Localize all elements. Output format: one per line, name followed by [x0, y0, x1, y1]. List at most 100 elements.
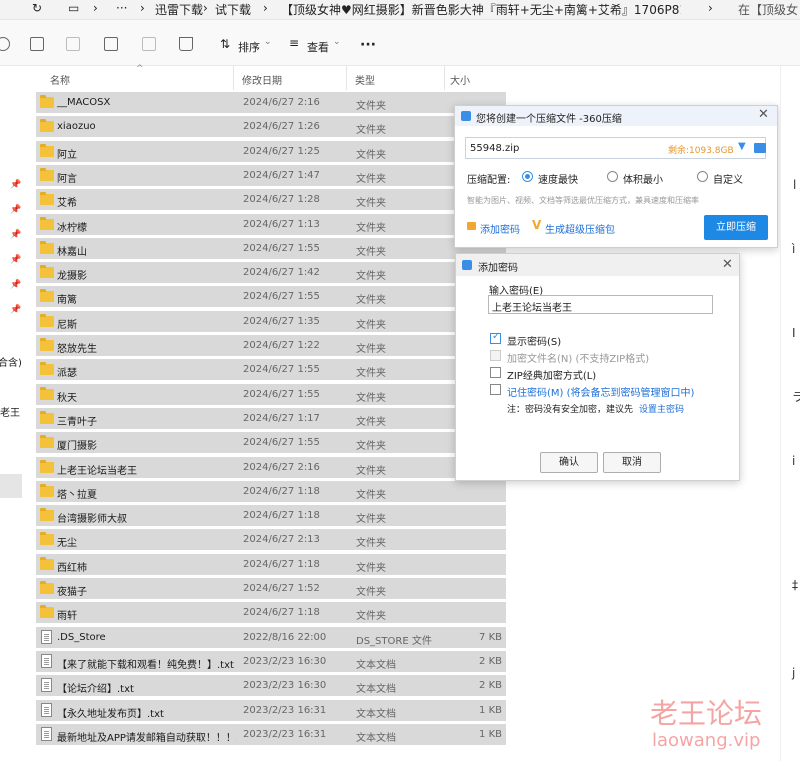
radio-fast-label[interactable]: 速度最快 — [538, 171, 578, 186]
radio-small-label[interactable]: 体积最小 — [623, 171, 663, 186]
share-icon[interactable] — [142, 37, 156, 51]
file-name: 阿立 — [57, 149, 77, 161]
pin-icon[interactable]: 📌 — [10, 205, 21, 215]
file-row[interactable]: 【永久地址发布页】.txt 2023/2/23 16:31 文本文档 1 KB — [36, 699, 506, 721]
file-row[interactable]: 夜猫子 2024/6/27 1:52 文件夹 — [36, 578, 506, 599]
radio-fast[interactable] — [522, 171, 533, 182]
file-date: 2024/6/27 1:18 — [243, 607, 320, 619]
delete-icon[interactable] — [179, 37, 193, 51]
breadcrumb-item[interactable]: 【顶级女神♥网红摄影】新晋色影大神『雨轩+无尘+南篱+艾希』1706P81V — [281, 1, 681, 18]
monitor-icon[interactable]: ▭ — [68, 1, 79, 15]
super-pack-link[interactable]: 生成超级压缩包 — [545, 221, 615, 236]
file-date: 2024/6/27 1:18 — [243, 558, 320, 570]
file-row[interactable]: 三青叶子 2024/6/27 1:17 文件夹 — [36, 407, 506, 429]
breadcrumb-item[interactable]: 迅雷下载 — [155, 1, 203, 18]
view-button[interactable]: ≡ 查看 ⌄ — [287, 34, 347, 54]
remember-password-label[interactable]: 记住密码(M) (将会备忘到密码管理窗口中) — [507, 384, 694, 399]
file-row[interactable]: 艾希 2024/6/27 1:28 文件夹 — [36, 189, 506, 211]
breadcrumb-item[interactable]: 试下载 — [215, 1, 251, 18]
rename-icon[interactable] — [104, 37, 118, 51]
file-row[interactable]: 【论坛介绍】.txt 2023/2/23 16:30 文本文档 2 KB — [36, 675, 506, 697]
ok-button[interactable]: 确认 — [540, 452, 598, 473]
file-name: 龙摄影 — [57, 271, 87, 283]
nav-item-partial[interactable]: 合含) — [0, 354, 22, 369]
file-row[interactable]: 林嘉山 2024/6/27 1:55 文件夹 — [36, 237, 506, 259]
cancel-button[interactable]: 取消 — [603, 452, 661, 473]
refresh-icon[interactable]: ↻ — [32, 1, 42, 15]
pin-icon[interactable]: 📌 — [10, 230, 21, 240]
file-row[interactable]: 龙摄影 2024/6/27 1:42 文件夹 — [36, 262, 506, 284]
close-icon[interactable]: ✕ — [758, 107, 769, 122]
more-button[interactable]: ··· — [360, 37, 376, 53]
file-row[interactable]: 最新地址及APP请发邮箱自动获取！！！... 2023/2/23 16:31 文本文… — [36, 723, 506, 745]
file-row[interactable]: __MACOSX 2024/6/27 2:16 文件夹 — [36, 92, 506, 113]
folder-icon — [40, 556, 54, 570]
file-row[interactable]: 【来了就能下载和观看！纯免费！】.txt 2023/2/23 16:30 文本文档 2… — [36, 650, 506, 672]
paste-icon[interactable] — [66, 37, 80, 51]
column-type[interactable]: 类型 — [355, 72, 375, 87]
sort-button[interactable]: ⇅ 排序 ⌄ — [218, 34, 278, 54]
zip-classic-checkbox[interactable] — [490, 367, 501, 378]
zip-classic-label[interactable]: ZIP经典加密方式(L) — [507, 367, 596, 382]
file-row[interactable]: 怒放先生 2024/6/27 1:22 文件夹 — [36, 335, 506, 356]
password-dialog: 添加密码 ✕ 输入密码(E) 上老王论坛当老王 显示密码(S) 加密文件名(N)… — [455, 253, 740, 481]
file-row[interactable]: 秋天 2024/6/27 1:55 文件夹 — [36, 383, 506, 405]
file-row[interactable]: .DS_Store 2022/8/16 22:00 DS_STORE 文件 7 KB — [36, 626, 506, 648]
file-type: 文件夹 — [356, 489, 386, 501]
radio-small[interactable] — [607, 171, 618, 182]
show-password-label[interactable]: 显示密码(S) — [507, 333, 561, 348]
file-row[interactable]: 阿立 2024/6/27 1:25 文件夹 — [36, 140, 506, 162]
encrypt-filenames-checkbox — [490, 350, 501, 361]
pin-icon[interactable]: 📌 — [10, 305, 21, 315]
radio-custom-label[interactable]: 自定义 — [713, 171, 743, 186]
file-size: 2 KB — [479, 655, 502, 667]
nav-item-selected[interactable] — [0, 474, 22, 498]
file-name: 台湾摄影师大叔 — [57, 514, 127, 526]
file-date: 2024/6/27 1:28 — [243, 194, 320, 206]
password-input[interactable]: 上老王论坛当老王 — [488, 295, 713, 314]
file-row[interactable]: 南篱 2024/6/27 1:55 文件夹 — [36, 286, 506, 308]
lock-icon — [467, 222, 476, 230]
file-row[interactable]: 塔丶拉夏 2024/6/27 1:18 文件夹 — [36, 480, 506, 502]
pin-icon[interactable]: 📌 — [10, 280, 21, 290]
file-date: 2024/6/27 1:17 — [243, 412, 320, 424]
file-row[interactable]: 尼斯 2024/6/27 1:35 文件夹 — [36, 310, 506, 332]
chevron-down-icon: ⌄ — [333, 37, 341, 47]
file-row[interactable]: 阿言 2024/6/27 1:47 文件夹 — [36, 164, 506, 186]
file-date: 2024/6/27 1:55 — [243, 437, 320, 449]
chevron-down-icon[interactable]: ▼ — [738, 141, 746, 152]
column-size[interactable]: 大小 — [450, 72, 470, 87]
file-row[interactable]: 无尘 2024/6/27 2:13 文件夹 — [36, 529, 506, 551]
file-row[interactable]: 冰柠檬 2024/6/27 1:13 文件夹 — [36, 213, 506, 235]
file-row[interactable]: 台湾摄影师大叔 2024/6/27 1:18 文件夹 — [36, 505, 506, 527]
remember-password-checkbox[interactable] — [490, 384, 501, 395]
folder-browse-icon[interactable] — [754, 143, 766, 153]
folder-icon — [40, 143, 54, 157]
file-row[interactable]: 雨轩 2024/6/27 1:18 文件夹 — [36, 602, 506, 624]
file-row[interactable]: 西红柿 2024/6/27 1:18 文件夹 — [36, 553, 506, 575]
zip-filename-field[interactable]: 55948.zip 剩余:1093.8GB ▼ — [465, 137, 766, 159]
file-row[interactable]: 厦门摄影 2024/6/27 1:55 文件夹 — [36, 432, 506, 454]
chevron-right-icon: › — [708, 1, 713, 15]
file-row[interactable]: 上老王论坛当老王 2024/6/27 2:16 文件夹 — [36, 456, 506, 478]
search-input[interactable]: 在【顶级女 — [738, 1, 798, 18]
file-row[interactable]: 派瑟 2024/6/27 1:55 文件夹 — [36, 359, 506, 381]
file-row[interactable]: xiaozuo 2024/6/27 1:26 文件夹 — [36, 116, 506, 138]
file-name: 无尘 — [57, 538, 77, 550]
more-crumbs-button[interactable]: ··· — [116, 1, 127, 15]
radio-custom[interactable] — [697, 171, 708, 182]
file-date: 2024/6/27 1:55 — [243, 364, 320, 376]
close-icon[interactable]: ✕ — [722, 257, 733, 272]
copy-icon[interactable] — [30, 37, 44, 51]
nav-item-partial[interactable]: 老王 — [0, 404, 20, 419]
column-name[interactable]: 名称 — [50, 72, 70, 87]
column-modified[interactable]: 修改日期 — [242, 72, 282, 87]
file-date: 2024/6/27 2:16 — [243, 97, 320, 108]
add-password-link[interactable]: 添加密码 — [480, 221, 520, 236]
cut-icon[interactable] — [0, 37, 10, 51]
show-password-checkbox[interactable] — [490, 331, 501, 344]
pin-icon[interactable]: 📌 — [10, 180, 21, 190]
compress-now-button[interactable]: 立即压缩 — [704, 215, 768, 240]
set-master-password-link[interactable]: 设置主密码 — [639, 402, 684, 415]
pin-icon[interactable]: 📌 — [10, 255, 21, 265]
